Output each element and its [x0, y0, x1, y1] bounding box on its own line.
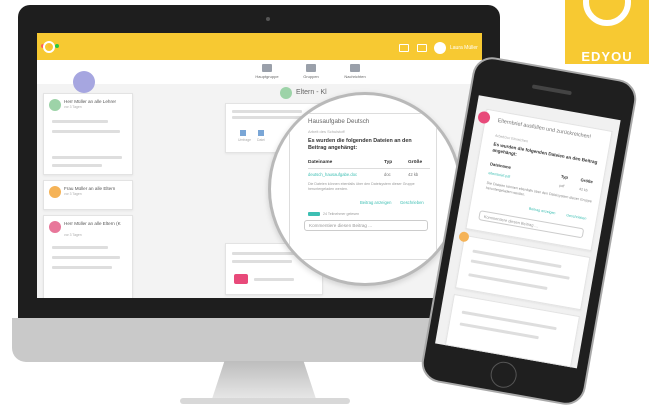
poll-icon[interactable] [240, 130, 246, 136]
sidebar-card[interactable]: Herr Müller an alle Lehrer vor 3 Tagen [43, 93, 133, 175]
magnifier-lens: Hausaufgabe Deutsch Arbeit des Schulstof… [268, 92, 462, 286]
pencil-icon [49, 186, 61, 198]
video-play-icon[interactable] [234, 274, 248, 284]
mail-icon[interactable] [417, 44, 427, 52]
home-icon [262, 64, 272, 72]
post-body: Es wurden die folgenden Dateien an den B… [308, 138, 412, 151]
page-title: Eltern - Kl [296, 89, 327, 96]
monitor-stand [212, 361, 316, 399]
maximize-dot-icon[interactable] [55, 44, 59, 48]
flag-icon[interactable] [399, 44, 409, 52]
read-count: 24 Teilnehmer gelesen [323, 212, 360, 216]
pencil-icon [458, 231, 470, 243]
person-icon [49, 221, 61, 233]
chat-icon [49, 99, 61, 111]
sidebar-card[interactable]: Frau Müller an alle Eltern vor 3 Tagen [43, 180, 133, 210]
view-post-link[interactable]: Beitrag anzeigen [360, 200, 391, 205]
mail-icon [350, 64, 360, 72]
nav-nachrichten[interactable]: Nachrichten [335, 64, 375, 79]
file-icon[interactable] [258, 130, 264, 136]
brand-name: EDYOU [581, 49, 633, 64]
group-icon [306, 64, 316, 72]
desktop-topbar: Laura Müller [37, 33, 482, 60]
monitor-camera [266, 17, 270, 21]
desktop-navbar: Hauptgruppe Gruppen Nachrichten [37, 60, 482, 84]
phone-post-card[interactable]: Elternbrief ausfüllen und zurückreichen!… [465, 108, 613, 252]
written-link[interactable]: Geschrieben [400, 200, 424, 205]
post-card-zoom[interactable]: Hausaufgabe Deutsch Arbeit des Schulstof… [280, 113, 437, 260]
post-title: Hausaufgabe Deutsch [308, 118, 370, 125]
edyou-logo-icon[interactable] [43, 41, 55, 53]
attachment-link[interactable]: deutsch_hausaufgabe.doc [308, 172, 357, 177]
user-avatar[interactable] [434, 42, 446, 54]
nav-hauptgruppe[interactable]: Hauptgruppe [247, 64, 287, 79]
post-subtitle: Arbeit des Schulstoff [308, 129, 345, 134]
monitor-foot [180, 398, 350, 404]
nav-gruppen[interactable]: Gruppen [291, 64, 331, 79]
home-circle-icon[interactable] [73, 71, 95, 93]
attachment-pin-icon [280, 116, 294, 130]
attachment-pin-icon [477, 110, 491, 125]
group-icon [280, 87, 292, 99]
user-name[interactable]: Laura Müller [450, 45, 478, 51]
download-note: Die Dateien können ebenfalls über den Da… [308, 182, 415, 191]
comment-input[interactable]: Kommentiere diesen Beitrag ... [304, 220, 428, 231]
read-badge [308, 212, 320, 216]
sidebar-card[interactable]: Herr Müller an alle Eltern (K vor 3 Tage… [43, 215, 133, 298]
